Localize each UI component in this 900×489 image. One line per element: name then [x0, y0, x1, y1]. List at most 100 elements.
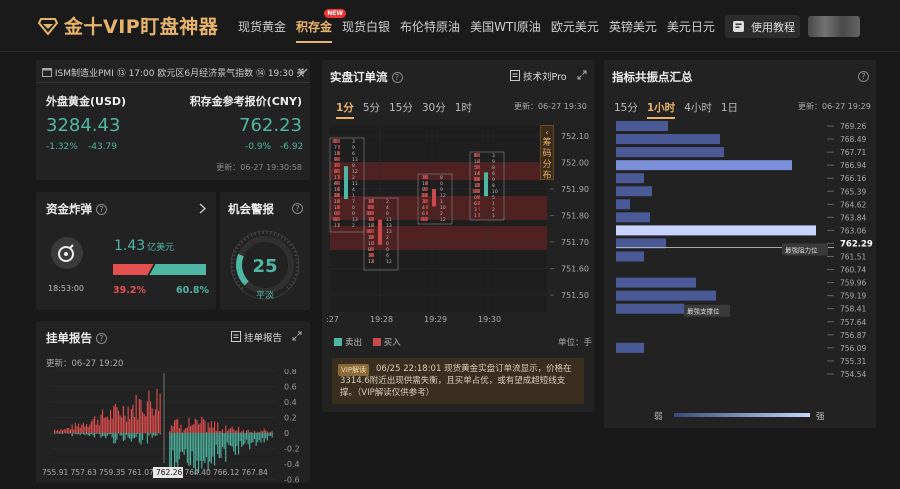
ask-bar: [255, 433, 257, 446]
gauge-tick: [277, 233, 280, 237]
price-label: 760.74: [840, 266, 866, 275]
footprint-bar: [334, 163, 340, 167]
help-icon[interactable]: ?: [858, 71, 869, 82]
order-report-link[interactable]: 挂单报告: [231, 330, 282, 344]
document-icon: [231, 331, 241, 342]
ask-bar: [228, 433, 230, 446]
price-tick-label: 751.80: [561, 212, 589, 221]
footprint-bar: [472, 189, 480, 193]
ask-bar: [151, 433, 153, 438]
nav-tab-5[interactable]: 欧元美元: [551, 18, 599, 35]
nav-tab-1[interactable]: 积存金 NEW: [296, 9, 347, 43]
nav-tab-4[interactable]: 美国WTI原油: [470, 18, 541, 35]
ask-bar: [174, 433, 176, 468]
ask-bar: [111, 433, 113, 438]
ask-bar: [113, 433, 115, 444]
help-icon[interactable]: ?: [96, 204, 108, 215]
bid-bar: [73, 429, 75, 433]
time-tick-label: 19:28: [370, 315, 393, 324]
chip-distribution-tab[interactable]: ‹ 筹码分布: [540, 125, 554, 181]
ask-bar: [106, 433, 108, 436]
bid-bar: [119, 415, 121, 433]
tab-0[interactable]: 15分: [614, 102, 638, 114]
help-icon[interactable]: ?: [292, 203, 303, 214]
bid-bar: [226, 431, 228, 433]
nav-tab-label: 美国WTI原油: [470, 20, 541, 34]
y-tick-label: -0.4: [284, 460, 300, 469]
nav-tab-6[interactable]: 英镑美元: [609, 18, 657, 35]
fund-bomb-time: 18:53:00: [48, 284, 84, 293]
user-avatar[interactable]: [808, 16, 860, 37]
y-tick-label: -0.6: [284, 476, 300, 484]
ask-bar: [270, 433, 272, 436]
chevron-right-icon[interactable]: [199, 203, 206, 214]
footprint-bar: [369, 217, 374, 221]
help-icon[interactable]: ?: [391, 72, 403, 83]
strength-scale: [674, 413, 810, 417]
footprint-bar: [420, 217, 428, 221]
bid-bar: [266, 431, 268, 433]
candle-body: [432, 189, 436, 207]
footprint-cell: 4: [422, 205, 425, 211]
bid-bar: [260, 430, 262, 433]
gauge-tick: [233, 250, 237, 253]
bid-bar: [68, 427, 70, 433]
nav-tab-7[interactable]: 美元日元: [667, 18, 715, 35]
ask-bar: [250, 433, 252, 443]
gauge-tick: [270, 231, 272, 235]
footprint-cell: 0: [474, 195, 477, 201]
chevron-down-icon[interactable]: [298, 68, 308, 75]
event-ticker[interactable]: ISM制造业PMI ⑬ 17:00 欧元区6月经济景气指数 ⑭ 19:30 美国: [42, 66, 304, 80]
expand-icon[interactable]: [577, 70, 587, 80]
fund-bomb-panel: 资金炸弹 ? 18:53:00 1.43 亿美元 39.2% 60.8%: [36, 192, 216, 310]
ask-bar: [159, 433, 161, 435]
tab-2[interactable]: 4小时: [684, 102, 712, 114]
sell-swatch: [334, 338, 342, 346]
ask-bar: [98, 433, 100, 435]
ask-bar: [252, 433, 254, 443]
bid-bar: [57, 429, 59, 433]
bid-bar: [106, 416, 108, 433]
ask-bar: [225, 433, 227, 462]
ask-bar: [186, 433, 188, 463]
tab-3[interactable]: 30分: [422, 102, 446, 114]
bid-bar: [70, 429, 72, 433]
ask-bar: [193, 433, 195, 469]
tech-pro-link[interactable]: 技术刘Pro: [510, 69, 567, 83]
tutorial-button[interactable]: 使用教程: [725, 15, 800, 38]
gauge-tick: [280, 235, 283, 239]
nav-tab-label: 英镑美元: [608, 20, 657, 34]
bid-bar: [169, 431, 171, 433]
nav-tab-3[interactable]: 布伦特原油: [400, 18, 460, 35]
ask-bar: [180, 433, 182, 452]
tab-3[interactable]: 1日: [721, 102, 738, 114]
price-label: 758.41: [840, 305, 866, 314]
vip-insight-box[interactable]: VIP解读 06/25 22:18:01 现货黄金实盘订单流显示，价格在3314…: [332, 358, 584, 404]
footprint-bar: [423, 199, 428, 203]
ask-bar: [215, 433, 217, 445]
expand-icon[interactable]: [292, 331, 302, 341]
tab-1[interactable]: 1小时: [646, 102, 676, 119]
bid-bar: [239, 432, 241, 433]
ask-bar: [154, 433, 156, 436]
nav-tab-2[interactable]: 现货白银: [342, 18, 390, 35]
footprint-cell: 6: [422, 211, 425, 217]
resonance-tabs: 15分 1小时 4小时 1日: [614, 100, 747, 119]
nav-tab-0[interactable]: 现货黄金: [238, 18, 286, 35]
brand-logo[interactable]: 金十VIP盯盘神器: [38, 12, 218, 39]
y-tick-label: 0.8: [284, 369, 297, 376]
help-icon[interactable]: ?: [96, 333, 108, 344]
price-label: 769.26: [840, 122, 866, 131]
bid-bar: [265, 430, 267, 433]
tab-4[interactable]: 1时: [455, 102, 472, 114]
bid-bar: [250, 431, 252, 433]
volume-band: [330, 162, 547, 180]
bid-bar: [92, 418, 94, 433]
nav-tab-label: 现货黄金: [238, 20, 287, 34]
tab-1[interactable]: 5分: [363, 102, 380, 114]
tab-0[interactable]: 1分: [336, 102, 354, 119]
tab-2[interactable]: 15分: [389, 102, 413, 114]
y-tick-label: -0.2: [284, 445, 300, 454]
bid-bar: [201, 416, 203, 433]
ask-bar: [95, 433, 97, 434]
